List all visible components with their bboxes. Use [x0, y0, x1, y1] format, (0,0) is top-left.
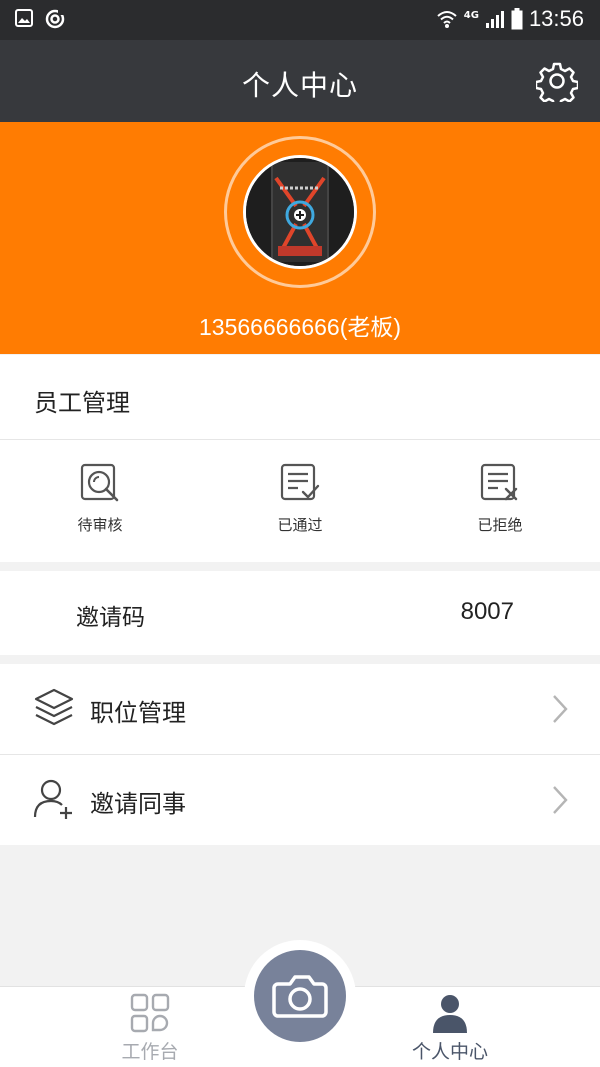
invite-code-value: 8007: [460, 598, 514, 625]
profile-banner: 13566666666(老板): [0, 122, 600, 354]
layers-icon: [34, 688, 74, 726]
approved-button[interactable]: 已通过: [230, 462, 370, 535]
battery-icon: [511, 8, 523, 30]
approved-icon: [280, 463, 320, 501]
pending-review-icon: [80, 463, 119, 502]
invite-colleague-item[interactable]: 邀请同事: [0, 755, 600, 845]
tab-profile[interactable]: 个人中心: [380, 993, 520, 1064]
status-bar: 4G 13:56: [0, 0, 600, 40]
invite-colleague-label: 邀请同事: [90, 790, 186, 818]
chevron-right-icon: [553, 786, 568, 814]
pending-review-button[interactable]: 待审核: [30, 462, 170, 535]
clock: 13:56: [528, 6, 584, 31]
gear-icon: [534, 62, 580, 108]
invite-code-row: 邀请码 8007: [0, 571, 600, 655]
pending-review-label: 待审核: [77, 516, 123, 534]
invite-code-label: 邀请码: [76, 605, 145, 631]
tab-workbench-label: 工作台: [121, 1041, 179, 1063]
profile-name: 13566666666(老板): [198, 314, 402, 340]
person-icon: [433, 995, 467, 1033]
gallery-notification-icon: [15, 9, 33, 27]
employee-management-section: 员工管理: [0, 355, 600, 439]
rejected-icon: [480, 463, 518, 501]
add-user-icon: [33, 779, 72, 819]
header: 个人中心: [0, 40, 600, 122]
section-title: 员工管理: [34, 389, 130, 417]
employee-status-row: 待审核 已通过 已拒绝: [0, 440, 600, 562]
tab-profile-label: 个人中心: [411, 1041, 488, 1063]
chevron-right-icon: [553, 695, 568, 723]
settings-button[interactable]: [534, 60, 580, 108]
grid-icon: [130, 993, 170, 1033]
tab-workbench[interactable]: 工作台: [80, 993, 220, 1064]
position-management-label: 职位管理: [90, 699, 186, 727]
signal-icon: [485, 11, 504, 28]
camera-icon: [272, 975, 328, 1018]
camera-button[interactable]: [254, 950, 346, 1042]
avatar-image: [246, 158, 354, 266]
sync-notification-icon: [45, 9, 65, 29]
avatar[interactable]: [243, 155, 357, 269]
avatar-ring: [224, 136, 376, 288]
approved-label: 已通过: [277, 516, 323, 534]
camera-button-container: [244, 940, 356, 1052]
rejected-label: 已拒绝: [477, 516, 523, 534]
wifi-icon: [437, 11, 457, 28]
network-type: 4G: [463, 9, 479, 21]
rejected-button[interactable]: 已拒绝: [430, 462, 570, 535]
page-title: 个人中心: [241, 69, 358, 102]
position-management-item[interactable]: 职位管理: [0, 664, 600, 754]
